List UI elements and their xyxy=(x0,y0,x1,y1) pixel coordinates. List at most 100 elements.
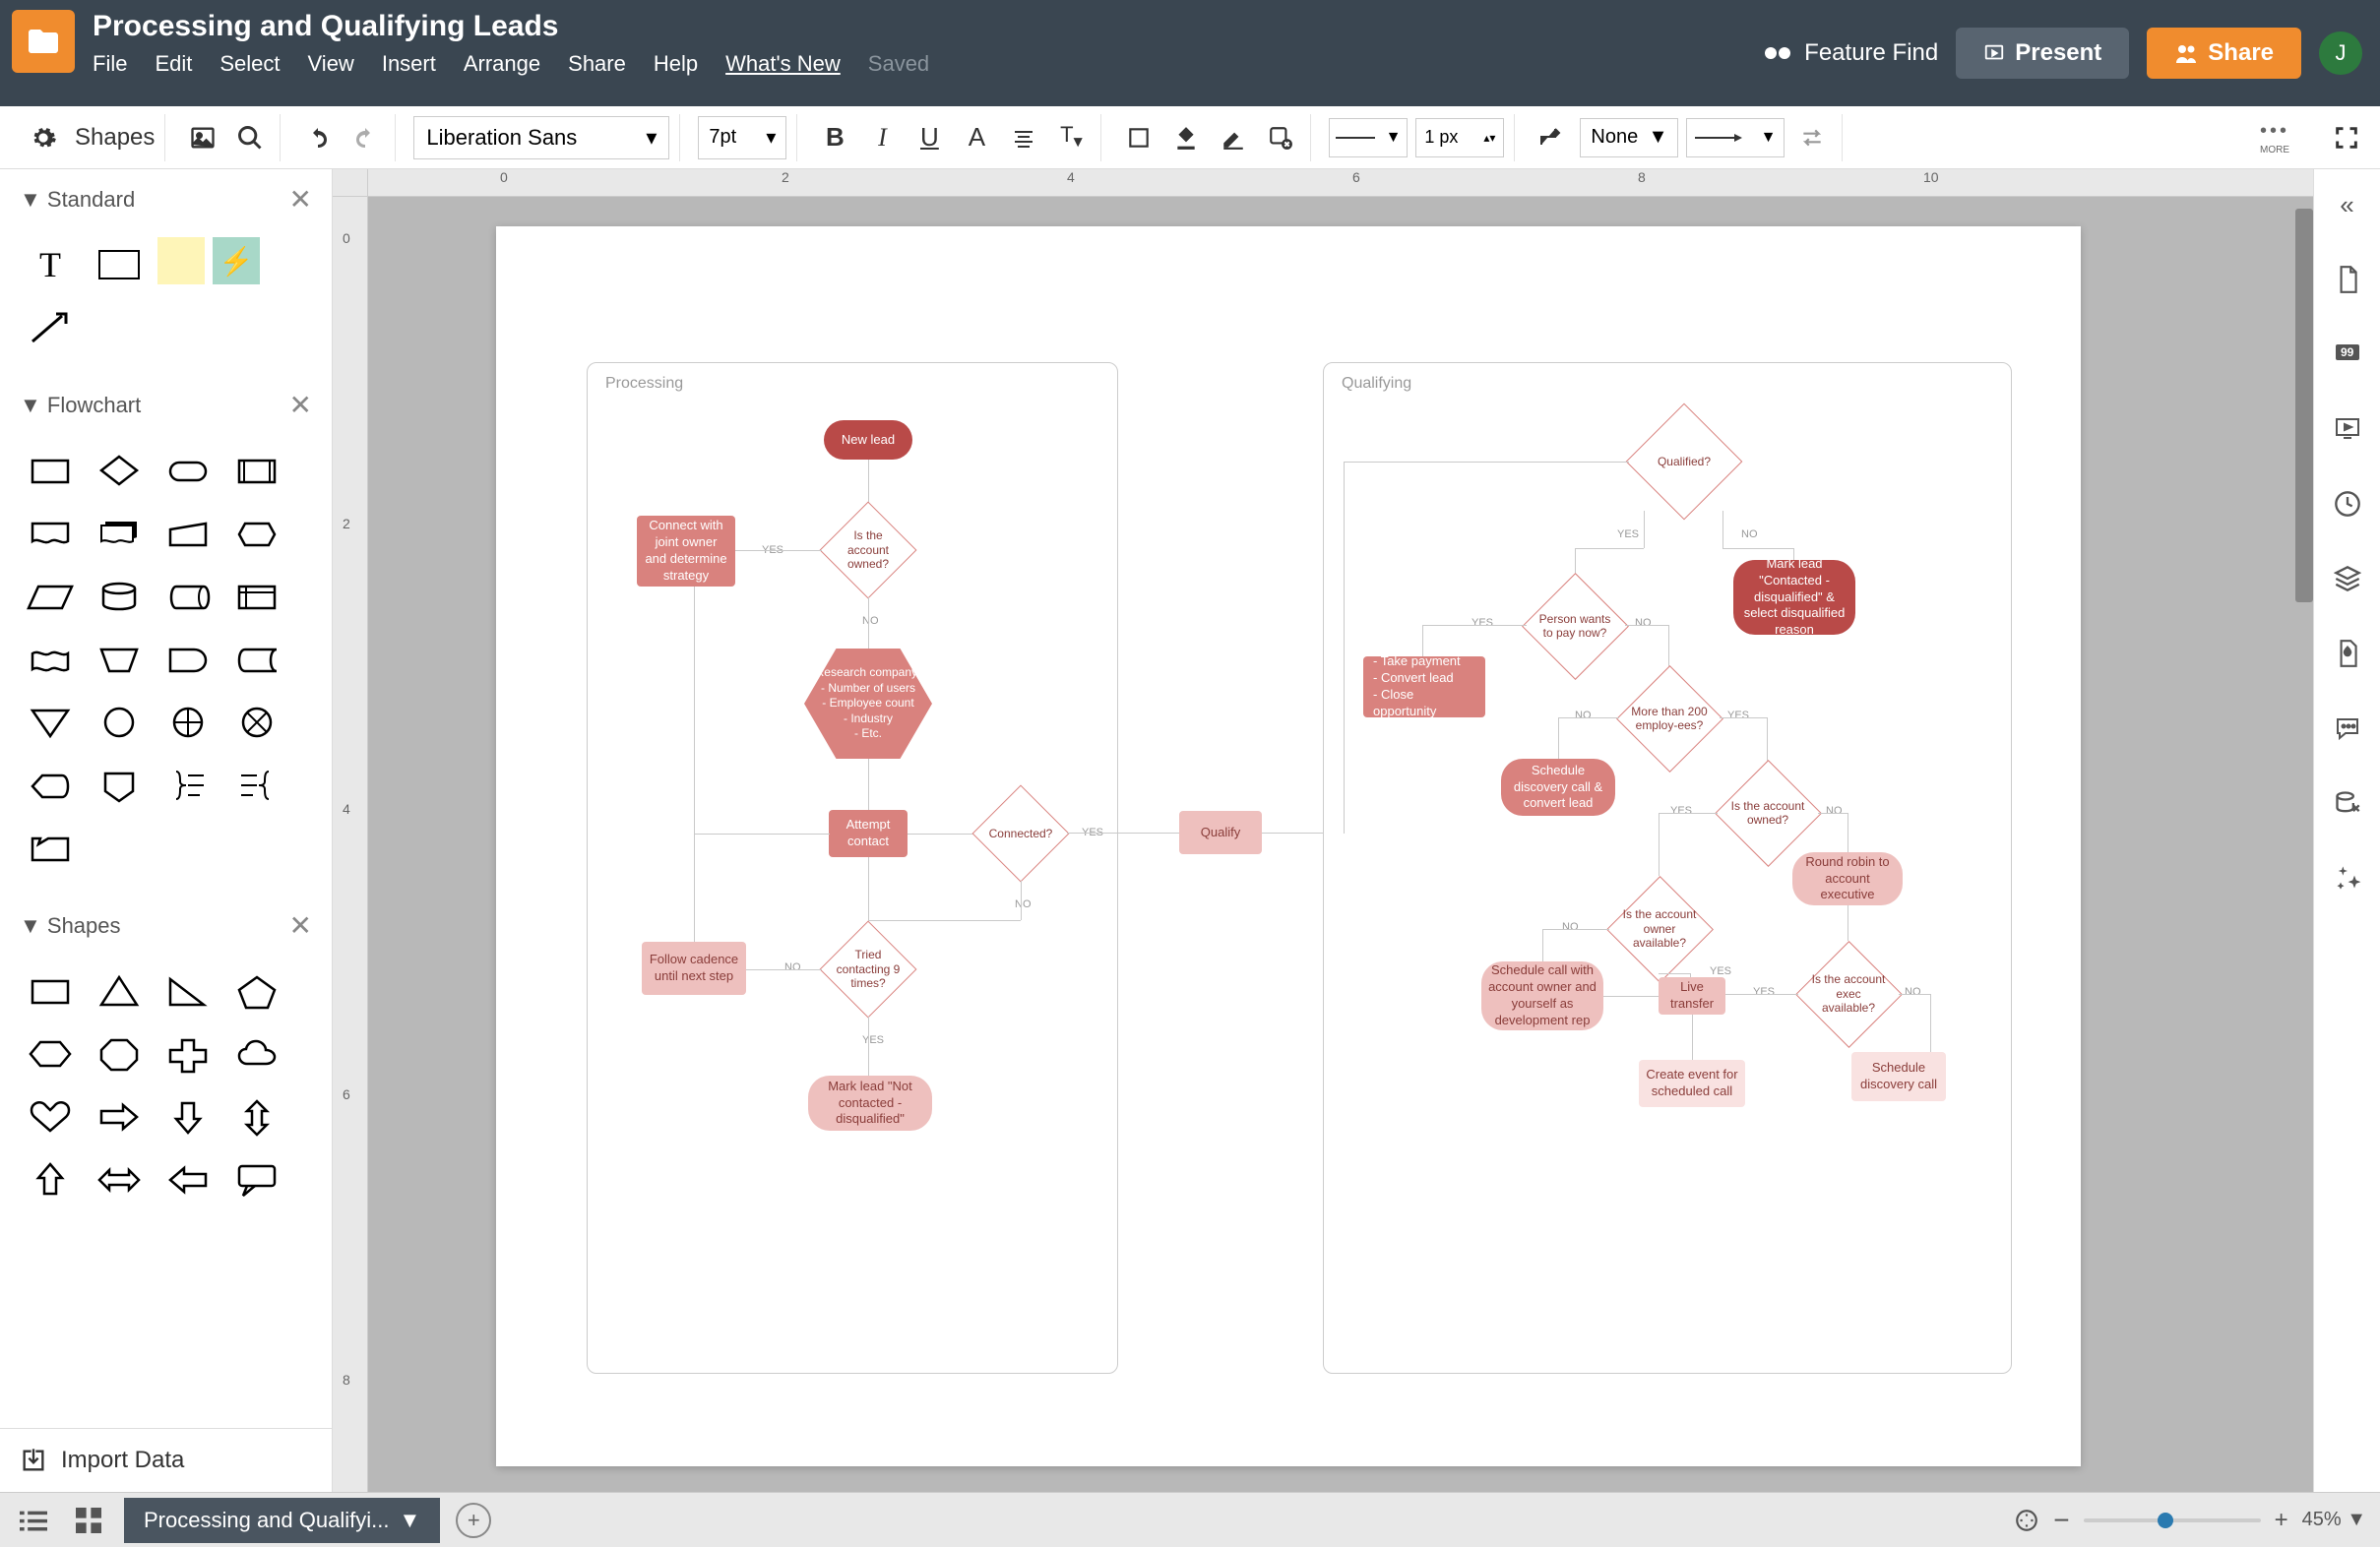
sh-cloud[interactable] xyxy=(226,1026,287,1082)
menu-arrange[interactable]: Arrange xyxy=(464,51,540,77)
fc-manual-op[interactable] xyxy=(89,632,150,687)
page-icon[interactable] xyxy=(2326,258,2369,301)
doc-folder-icon[interactable] xyxy=(12,10,75,73)
redo-icon[interactable] xyxy=(345,118,385,157)
history-icon[interactable] xyxy=(2326,482,2369,526)
font-size-select[interactable]: 7pt▾ xyxy=(698,116,786,159)
undo-icon[interactable] xyxy=(298,118,338,157)
node-connect-owner[interactable]: Connect with joint owner and determine s… xyxy=(637,516,735,587)
fc-preparation[interactable] xyxy=(226,506,287,561)
sh-right-triangle[interactable] xyxy=(157,963,219,1019)
canvas[interactable]: 0 2 4 6 8 10 0 2 4 6 8 Processing New le… xyxy=(333,169,2313,1492)
sh-triangle[interactable] xyxy=(89,963,150,1019)
text-color-icon[interactable]: A xyxy=(957,118,996,157)
fc-decision[interactable] xyxy=(89,443,150,498)
sh-arrow-up[interactable] xyxy=(20,1152,81,1207)
node-schedule-discovery[interactable]: Schedule discovery call & convert lead xyxy=(1501,759,1615,816)
rect-shape[interactable] xyxy=(89,237,150,292)
fill-shape-icon[interactable] xyxy=(1119,118,1159,157)
line-end-right-select[interactable]: ▼ xyxy=(1686,118,1785,157)
close-icon[interactable]: ✕ xyxy=(289,909,312,942)
sh-rect[interactable] xyxy=(20,963,81,1019)
node-tried9[interactable]: Tried contacting 9 times? xyxy=(819,920,917,1019)
node-create-event[interactable]: Create event for scheduled call xyxy=(1639,1060,1745,1107)
menu-file[interactable]: File xyxy=(93,51,127,77)
menu-share[interactable]: Share xyxy=(568,51,626,77)
fc-manual-input[interactable] xyxy=(157,506,219,561)
data-link-icon[interactable] xyxy=(2326,781,2369,825)
arrow-shape[interactable] xyxy=(20,300,81,355)
fc-or[interactable] xyxy=(157,695,219,750)
page[interactable]: Processing New lead Is the account owned… xyxy=(496,226,2081,1466)
sh-callout[interactable] xyxy=(226,1152,287,1207)
page-tab[interactable]: Processing and Qualifyi... ▼ xyxy=(124,1498,440,1543)
fc-direct-data[interactable] xyxy=(157,569,219,624)
zoom-slider[interactable] xyxy=(2084,1518,2261,1522)
sh-arrow-updown[interactable] xyxy=(226,1089,287,1145)
zoom-level[interactable]: 45% ▼ xyxy=(2302,1509,2366,1531)
font-select[interactable]: Liberation Sans▾ xyxy=(413,116,669,159)
fill-color-icon[interactable] xyxy=(1166,118,1206,157)
fc-merge[interactable] xyxy=(20,695,81,750)
node-mark-dq[interactable]: Mark lead "Contacted - disqualified" & s… xyxy=(1733,560,1855,635)
fc-brace-right[interactable] xyxy=(157,758,219,813)
fc-document[interactable] xyxy=(20,506,81,561)
italic-icon[interactable]: I xyxy=(862,118,902,157)
swap-ends-icon[interactable] xyxy=(1792,118,1832,157)
node-qualify[interactable]: Qualify xyxy=(1179,811,1262,854)
menu-insert[interactable]: Insert xyxy=(382,51,436,77)
list-view-icon[interactable] xyxy=(14,1501,53,1540)
node-research[interactable]: Research company: - Number of users - Em… xyxy=(804,649,932,759)
sh-heart[interactable] xyxy=(20,1089,81,1145)
collapse-icon[interactable]: « xyxy=(2326,183,2369,226)
fc-terminator[interactable] xyxy=(157,443,219,498)
bold-icon[interactable]: B xyxy=(815,118,854,157)
comment-icon[interactable]: 99 xyxy=(2326,333,2369,376)
node-not-contacted[interactable]: Mark lead "Not contacted - disqualified" xyxy=(808,1076,932,1131)
sh-hexagon[interactable] xyxy=(20,1026,81,1082)
node-more200[interactable]: More than 200 employ-ees? xyxy=(1615,664,1723,773)
sh-arrow-left[interactable] xyxy=(157,1152,219,1207)
shape-style-icon[interactable] xyxy=(1261,118,1300,157)
fullscreen-icon[interactable] xyxy=(2327,118,2366,157)
fc-database[interactable] xyxy=(89,569,150,624)
fc-predefined[interactable] xyxy=(226,443,287,498)
sh-arrow-down[interactable] xyxy=(157,1089,219,1145)
fc-data[interactable] xyxy=(20,569,81,624)
sh-arrow-right[interactable] xyxy=(89,1089,150,1145)
node-schedule-call-owner[interactable]: Schedule call with account owner and you… xyxy=(1481,961,1603,1030)
bolt-shape[interactable]: ⚡ xyxy=(213,237,260,284)
node-connected[interactable]: Connected? xyxy=(971,784,1070,883)
close-icon[interactable]: ✕ xyxy=(289,183,312,216)
sh-cross[interactable] xyxy=(157,1026,219,1082)
align-icon[interactable] xyxy=(1004,118,1043,157)
line-type-icon[interactable] xyxy=(1533,118,1572,157)
present-button[interactable]: Present xyxy=(1956,28,2129,79)
frame-processing[interactable]: Processing New lead Is the account owned… xyxy=(587,362,1118,1374)
menu-edit[interactable]: Edit xyxy=(155,51,192,77)
slideshow-icon[interactable] xyxy=(2326,407,2369,451)
fc-stored-data[interactable] xyxy=(226,632,287,687)
node-follow-cadence[interactable]: Follow cadence until next step xyxy=(642,942,746,995)
node-schedule-disc2[interactable]: Schedule discovery call xyxy=(1851,1052,1946,1101)
node-account-owned2[interactable]: Is the account owned? xyxy=(1714,759,1822,867)
doc-title[interactable]: Processing and Qualifying Leads xyxy=(93,10,1763,43)
section-flowchart[interactable]: ▼ Flowchart ✕ xyxy=(0,375,332,435)
node-attempt-contact[interactable]: Attempt contact xyxy=(829,810,908,857)
gear-icon[interactable] xyxy=(24,118,63,157)
fc-brace-left[interactable] xyxy=(226,758,287,813)
line-width-input[interactable]: 1 px▴▾ xyxy=(1415,118,1504,157)
line-style-select[interactable]: ▼ xyxy=(1329,118,1408,157)
underline-icon[interactable]: U xyxy=(909,118,949,157)
import-data-button[interactable]: Import Data xyxy=(0,1428,332,1492)
grid-view-icon[interactable] xyxy=(69,1501,108,1540)
ai-icon[interactable] xyxy=(2326,856,2369,899)
menu-select[interactable]: Select xyxy=(219,51,280,77)
fc-multidoc[interactable] xyxy=(89,506,150,561)
node-pay-now[interactable]: Person wants to pay now? xyxy=(1521,572,1629,680)
border-color-icon[interactable] xyxy=(1214,118,1253,157)
menu-whatsnew[interactable]: What's New xyxy=(725,51,841,77)
chat-icon[interactable] xyxy=(2326,707,2369,750)
node-take-payment[interactable]: - Take payment - Convert lead - Close op… xyxy=(1363,656,1485,717)
fc-summing[interactable] xyxy=(226,695,287,750)
